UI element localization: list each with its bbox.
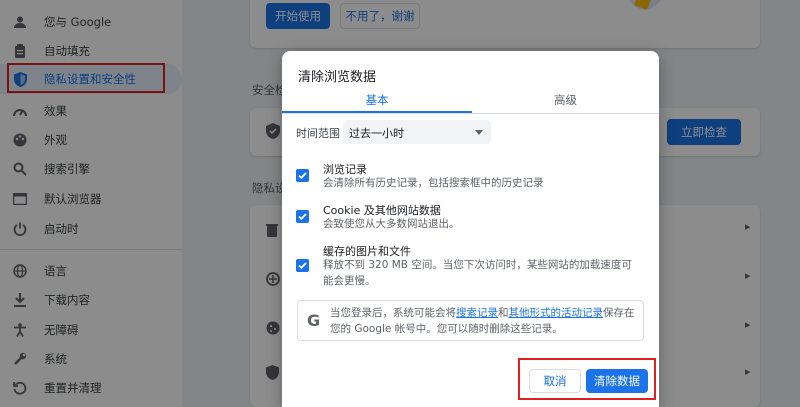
tab-divider: [282, 113, 659, 114]
checkmark-icon: [298, 213, 307, 221]
checkmark-icon: [298, 262, 307, 270]
annotation-highlight-buttons: [518, 358, 656, 400]
google-notice-text: 当您登录后，系统可能会将搜索记录和其他形式的活动记录保存在您的 Google 帐…: [330, 307, 635, 335]
search-history-link[interactable]: 搜索记录: [456, 307, 498, 319]
time-range-select[interactable]: 过去一小时: [343, 120, 491, 144]
browsing-history-checkbox[interactable]: [296, 169, 309, 182]
time-range-label: 时间范围: [296, 127, 340, 140]
google-g-icon: G: [307, 311, 321, 330]
dialog-title: 清除浏览数据: [298, 70, 377, 85]
cached-files-checkbox[interactable]: [296, 259, 309, 272]
checkmark-icon: [298, 172, 307, 180]
tab-advanced[interactable]: 高级: [472, 89, 659, 111]
browsing-history-desc: 会清除所有历史记录，包括搜索框中的历史记录: [323, 177, 544, 189]
cookies-checkbox[interactable]: [296, 210, 309, 223]
time-range-value: 过去一小时: [349, 127, 404, 140]
cached-files-desc: 释放不到 320 MB 空间。当您下次访问时，某些网站的加载速度可能会更慢。: [323, 259, 632, 287]
clear-browsing-data-dialog: 清除浏览数据 基本 高级 时间范围 过去一小时 浏览记录 会清除所有历史记录，包…: [282, 51, 659, 407]
dropdown-arrow-icon: [475, 130, 483, 135]
cookies-desc: 会致使您从大多数网站退出。: [323, 218, 460, 230]
google-account-notice: G 当您登录后，系统可能会将搜索记录和其他形式的活动记录保存在您的 Google…: [297, 300, 644, 341]
other-activity-link[interactable]: 其他形式的活动记录: [509, 307, 604, 319]
tab-basic[interactable]: 基本: [282, 89, 472, 111]
